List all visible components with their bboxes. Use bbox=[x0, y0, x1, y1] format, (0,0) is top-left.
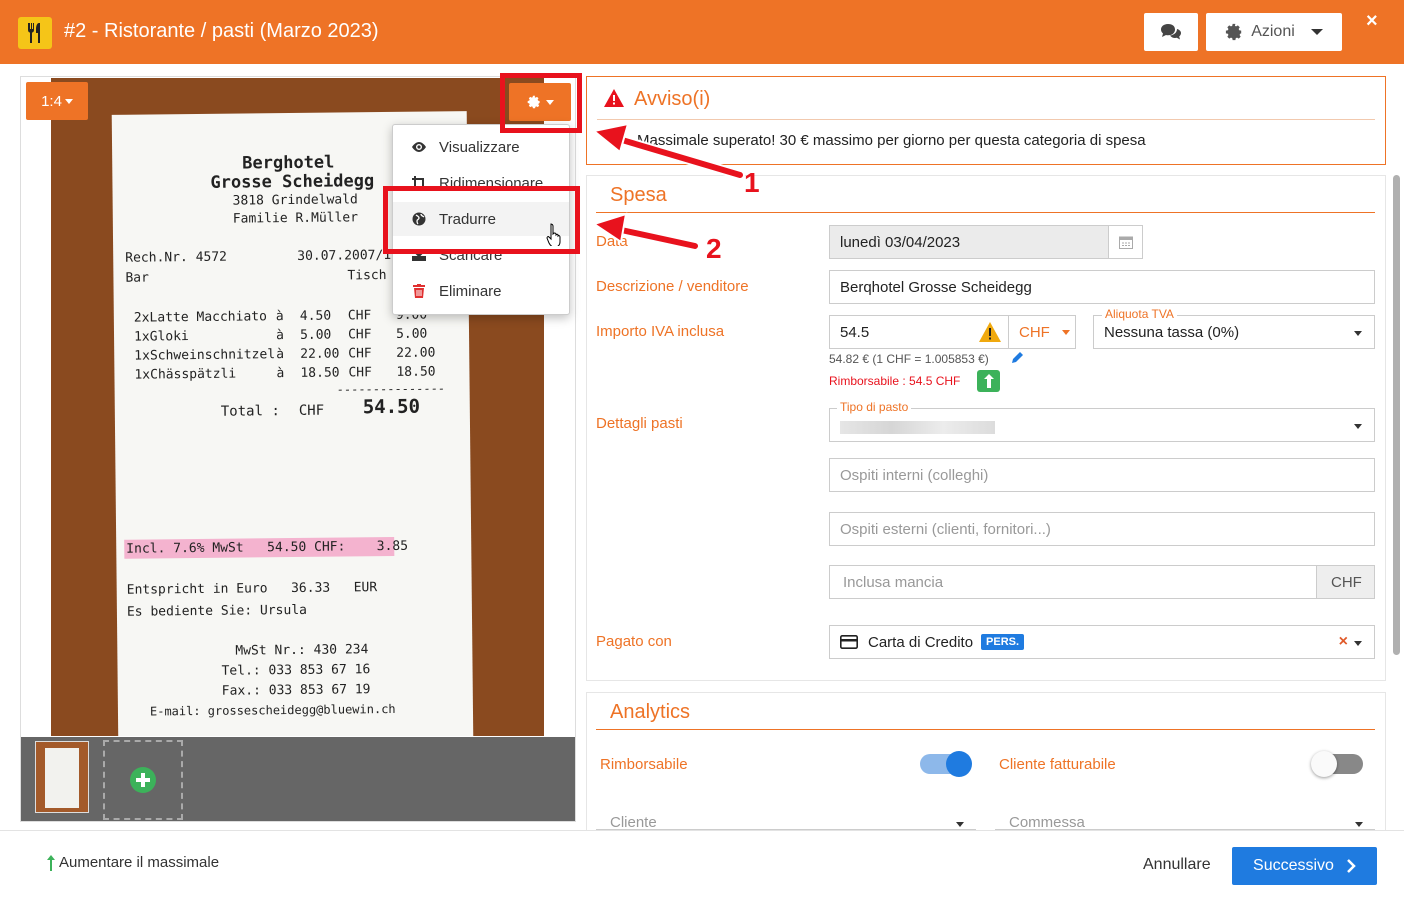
cancel-button[interactable]: Annullare bbox=[1143, 856, 1211, 874]
next-label: Successivo bbox=[1253, 857, 1334, 874]
annotation-arrow-1 bbox=[591, 122, 745, 180]
chevron-right-icon bbox=[1347, 859, 1356, 873]
annotation-arrow-2 bbox=[591, 212, 700, 251]
increase-limit-link[interactable]: Aumentare il massimale bbox=[46, 854, 219, 871]
arrow-up-icon bbox=[47, 854, 55, 871]
next-button[interactable]: Successivo bbox=[1232, 847, 1377, 885]
annotation-number: 1 bbox=[744, 167, 760, 198]
annotation-arrows bbox=[591, 122, 745, 251]
increase-limit-label: Aumentare il massimale bbox=[59, 854, 220, 871]
annotation-number: 2 bbox=[706, 233, 722, 264]
